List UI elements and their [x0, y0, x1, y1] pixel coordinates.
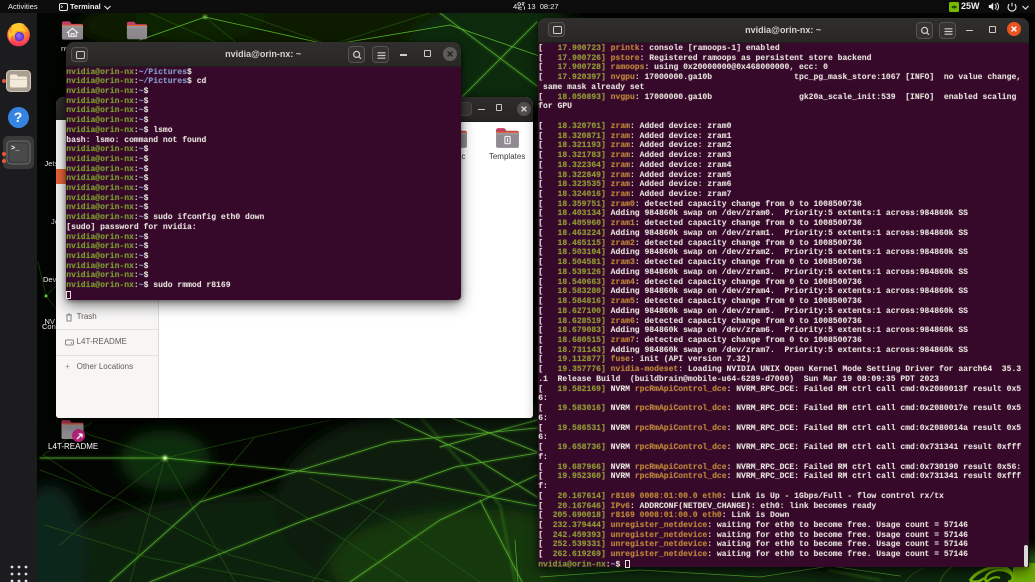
svg-text:>_: >_	[11, 145, 20, 153]
